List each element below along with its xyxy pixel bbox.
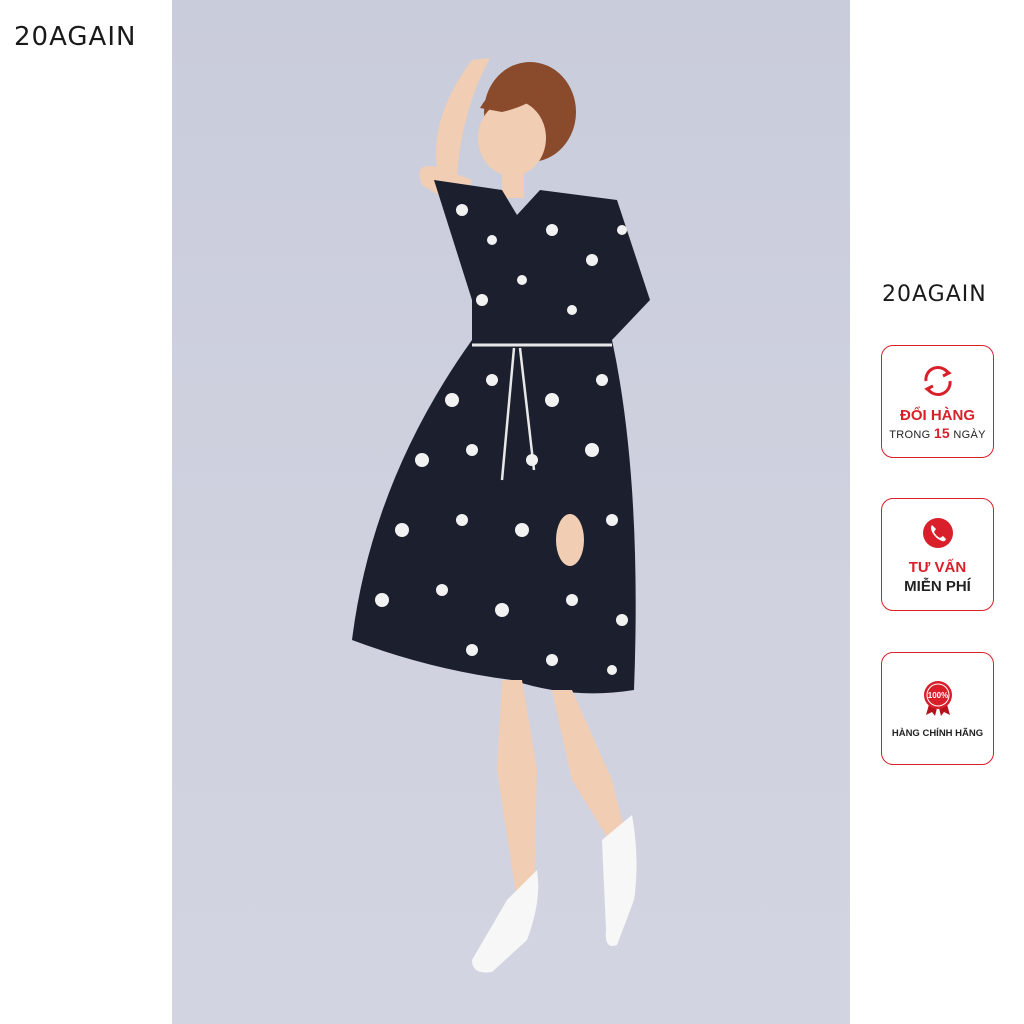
dress-bodice <box>434 180 650 340</box>
svg-text:100%: 100% <box>927 691 947 700</box>
authentic-badge: 100% HÀNG CHÍNH HÃNG <box>881 652 994 765</box>
ribbon-seal-icon: 100% <box>923 680 952 716</box>
consult-line2: MIỄN PHÍ <box>904 577 971 595</box>
right-leg <box>552 690 627 845</box>
exchange-policy-badge: ĐỔI HÀNG TRONG 15 NGÀY <box>881 345 994 458</box>
model-illustration <box>352 58 650 973</box>
raised-arm <box>435 58 490 175</box>
product-photo <box>172 0 850 1024</box>
consult-line1: TƯ VẤN <box>908 558 967 576</box>
refresh-icon <box>923 365 952 396</box>
left-leg <box>497 680 537 900</box>
free-consult-badge: TƯ VẤN MIỄN PHÍ <box>881 498 994 611</box>
brand-logo-top: 20AGAIN <box>14 22 137 52</box>
exchange-title: ĐỔI HÀNG <box>900 406 975 424</box>
dress-skirt <box>352 340 636 694</box>
phone-icon <box>922 517 953 548</box>
brand-logo-side: 20AGAIN <box>882 282 987 307</box>
exchange-period: TRONG 15 NGÀY <box>889 424 986 441</box>
authentic-label: HÀNG CHÍNH HÃNG <box>891 727 984 739</box>
left-shoe <box>472 870 539 973</box>
face <box>478 100 546 176</box>
